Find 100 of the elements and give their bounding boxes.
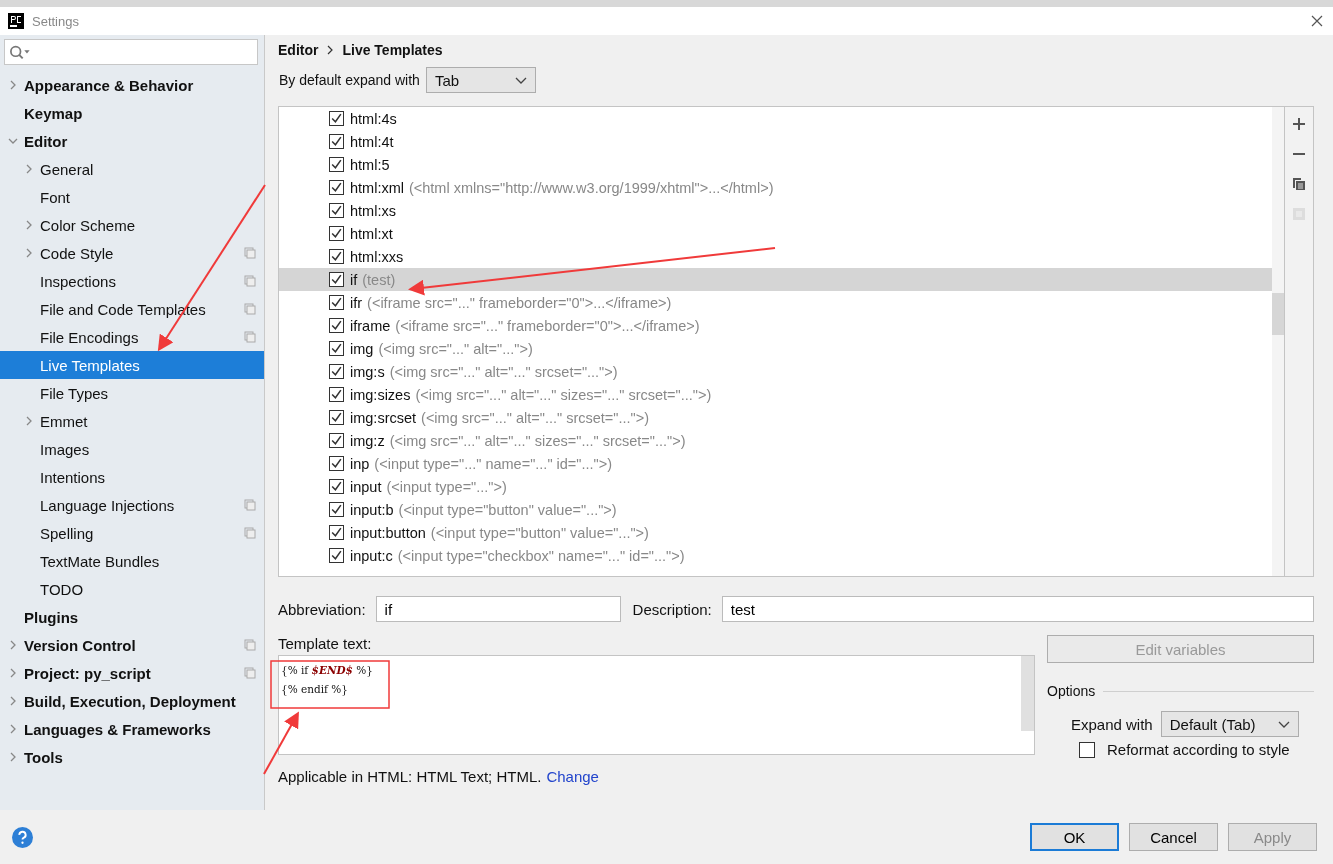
dialog-button[interactable]: OK (1030, 823, 1119, 851)
chevron-right-icon[interactable] (24, 416, 34, 426)
tree-item[interactable]: Code Style (0, 239, 264, 267)
tree-item[interactable]: Images (0, 435, 264, 463)
template-row[interactable]: img:z (<img src="..." alt="..." sizes="..." srcset="...">) (279, 429, 1272, 452)
checkbox[interactable] (329, 157, 344, 172)
change-link[interactable]: Change (546, 768, 599, 785)
copy-icon[interactable] (1292, 177, 1306, 191)
template-row[interactable]: html:5 (279, 153, 1272, 176)
expand-dropdown[interactable]: Tab (425, 67, 536, 93)
tree-item[interactable]: Live Templates (0, 351, 264, 379)
chevron-right-icon[interactable] (24, 164, 34, 174)
tree-item[interactable]: Spelling (0, 519, 264, 547)
checkbox[interactable] (329, 272, 344, 287)
tree-item[interactable]: Project: py_script (0, 659, 264, 687)
checkbox[interactable] (329, 318, 344, 333)
checkbox[interactable] (329, 479, 344, 494)
tree-item[interactable]: Editor (0, 127, 264, 155)
checkbox[interactable] (329, 525, 344, 540)
checkbox[interactable] (329, 134, 344, 149)
chevron-right-icon[interactable] (8, 724, 18, 734)
breadcrumb-item: Editor (278, 42, 319, 58)
dialog-button[interactable]: Cancel (1129, 823, 1218, 851)
template-row[interactable]: inp (<input type="..." name="..." id="...">) (279, 452, 1272, 475)
tree-item[interactable]: Languages & Frameworks (0, 715, 264, 743)
template-row[interactable]: html:4t (279, 130, 1272, 153)
template-row[interactable]: ifr (<iframe src="..." frameborder="0">...</iframe>) (279, 291, 1272, 314)
template-row[interactable]: img (<img src="..." alt="...">) (279, 337, 1272, 360)
chevron-right-icon[interactable] (8, 696, 18, 706)
checkbox[interactable] (329, 341, 344, 356)
checkbox[interactable] (329, 502, 344, 517)
tree-item[interactable]: Build, Execution, Deployment (0, 687, 264, 715)
template-row[interactable]: img:sizes (<img src="..." alt="..." sizes="..." srcset="...">) (279, 383, 1272, 406)
tree-item[interactable]: Inspections (0, 267, 264, 295)
field-label: Description: (632, 600, 712, 618)
template-row[interactable]: html:xs (279, 199, 1272, 222)
tree-item[interactable]: Language Injections (0, 491, 264, 519)
scrollbar[interactable] (1272, 107, 1284, 576)
template-editor[interactable]: {% if $END$ %} {% endif %} (278, 655, 1035, 755)
tree-item[interactable]: TextMate Bundles (0, 547, 264, 575)
tree-item[interactable]: TODO (0, 575, 264, 603)
chevron-right-icon[interactable] (8, 640, 18, 650)
template-row[interactable]: html:4s (279, 107, 1272, 130)
expand-with-dropdown[interactable]: Default (Tab) (1160, 711, 1299, 737)
code-line: {% endif %} (281, 682, 349, 698)
template-row[interactable]: html:xt (279, 222, 1272, 245)
checkbox[interactable] (329, 111, 344, 126)
template-row[interactable]: input:b (<input type="button" value="...">) (279, 498, 1272, 521)
checkbox[interactable] (329, 249, 344, 264)
tree-item[interactable]: Emmet (0, 407, 264, 435)
tree-item[interactable]: Keymap (0, 99, 264, 127)
tree-item[interactable]: Color Scheme (0, 211, 264, 239)
tree-item[interactable]: Version Control (0, 631, 264, 659)
close-icon[interactable] (1311, 15, 1323, 27)
tree-item[interactable]: Appearance & Behavior (0, 71, 264, 99)
checkbox[interactable] (329, 364, 344, 379)
tree-item[interactable]: Plugins (0, 603, 264, 631)
checkbox[interactable] (329, 456, 344, 471)
template-row[interactable]: html:xml (<html xmlns="http://www.w3.org/1999/xhtml">...</html>) (279, 176, 1272, 199)
section-title: Options (1047, 683, 1096, 699)
template-row[interactable]: input (<input type="...">) (279, 475, 1272, 498)
search-field[interactable] (4, 39, 258, 65)
chevron-right-icon[interactable] (8, 80, 18, 90)
checkbox[interactable] (329, 433, 344, 448)
checkbox[interactable] (329, 295, 344, 310)
chevron-right-icon[interactable] (24, 248, 34, 258)
checkbox[interactable] (329, 203, 344, 218)
app-icon (8, 13, 24, 29)
description-field[interactable]: test (721, 596, 1314, 622)
template-row[interactable]: if (test) (279, 268, 1272, 291)
template-row[interactable]: input:button (<input type="button" value="...">) (279, 521, 1272, 544)
chevron-right-icon[interactable] (8, 752, 18, 762)
field-label: By default expand with (279, 72, 420, 88)
template-row[interactable]: iframe (<iframe src="..." frameborder="0">...</iframe>) (279, 314, 1272, 337)
checkbox[interactable] (1079, 741, 1095, 758)
template-row[interactable]: html:xxs (279, 245, 1272, 268)
tree-item[interactable]: Intentions (0, 463, 264, 491)
chevron-right-icon[interactable] (24, 220, 34, 230)
template-row[interactable]: img:s (<img src="..." alt="..." srcset="...">) (279, 360, 1272, 383)
template-row[interactable]: input:c (<input type="checkbox" name="..." id="...">) (279, 544, 1272, 567)
checkbox[interactable] (329, 226, 344, 241)
tree-item[interactable]: Font (0, 183, 264, 211)
chevron-down-icon[interactable] (8, 136, 18, 146)
help-icon[interactable] (12, 826, 33, 848)
field-label: Template text: (278, 635, 373, 652)
checkbox[interactable] (329, 180, 344, 195)
add-icon[interactable] (1292, 117, 1306, 131)
chevron-right-icon (326, 45, 335, 55)
tree-item[interactable]: File Types (0, 379, 264, 407)
template-row[interactable]: img:srcset (<img src="..." alt="..." srcset="...">) (279, 406, 1272, 429)
checkbox[interactable] (329, 548, 344, 563)
tree-item[interactable]: General (0, 155, 264, 183)
checkbox[interactable] (329, 387, 344, 402)
chevron-right-icon[interactable] (8, 668, 18, 678)
checkbox[interactable] (329, 410, 344, 425)
tree-item[interactable]: File Encodings (0, 323, 264, 351)
scrollbar[interactable] (1021, 656, 1034, 731)
tree-item[interactable]: Tools (0, 743, 264, 771)
abbreviation-field[interactable]: if (375, 596, 621, 622)
breadcrumb-item: Live Templates (342, 42, 443, 58)
